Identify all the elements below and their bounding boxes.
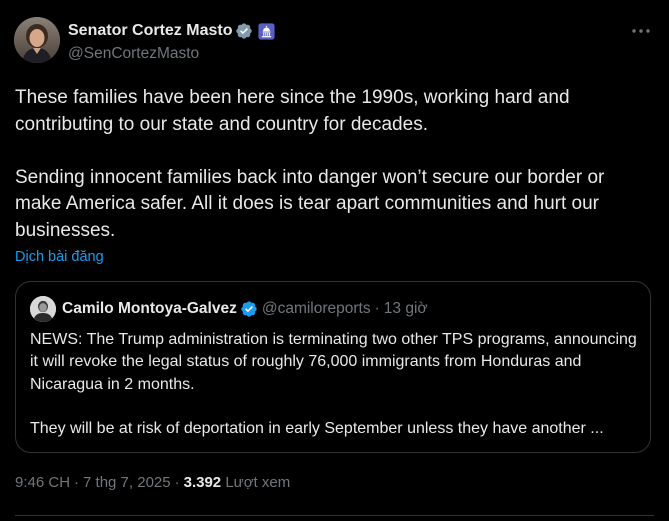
verified-badge-icon[interactable] <box>240 300 258 318</box>
more-options-button[interactable] <box>629 22 653 40</box>
meta-separator: · <box>174 474 180 491</box>
post-date[interactable]: 7 thg 7, 2025 <box>83 474 171 491</box>
author-display-name[interactable]: Senator Cortez Masto <box>68 22 232 40</box>
author-name-row: Senator Cortez Masto <box>68 20 276 42</box>
tweet-detail: Senator Cortez Masto @SenCortezMasto The… <box>0 0 669 521</box>
verified-badge-icon[interactable] <box>235 22 253 40</box>
quoted-tweet-text: NEWS: The Trump administration is termin… <box>30 329 642 440</box>
translate-post-link[interactable]: Dịch bài đăng <box>15 249 104 265</box>
divider <box>15 515 654 516</box>
government-badge-icon[interactable] <box>258 22 276 40</box>
tweet-meta: 9:46 CH · 7 thg 7, 2025 · 3.392 Lượt xem <box>15 474 290 491</box>
quoted-tweet-card[interactable]: Camilo Montoya-Galvez @camiloreports · 1… <box>15 281 651 453</box>
author-handle[interactable]: @SenCortezMasto <box>68 45 275 63</box>
tweet-text: These families have been here since the … <box>15 85 655 244</box>
quoted-author-display-name[interactable]: Camilo Montoya-Galvez <box>62 300 237 318</box>
avatar-photo-icon <box>14 17 60 63</box>
quoted-tweet-header: Camilo Montoya-Galvez @camiloreports · 1… <box>30 296 428 322</box>
quoted-author-avatar[interactable] <box>30 296 56 322</box>
tweet-paragraph-1: These families have been here since the … <box>15 87 575 135</box>
quoted-meta-separator: · <box>374 300 380 317</box>
quoted-paragraph-2: They will be at risk of deportation in e… <box>30 420 604 438</box>
tweet-paragraph-2: Sending innocent families back into dang… <box>15 166 610 241</box>
views-count: 3.392 <box>183 474 222 491</box>
author-avatar[interactable] <box>14 17 60 63</box>
post-time[interactable]: 9:46 CH <box>15 474 70 491</box>
quoted-author-handle[interactable]: @camiloreports <box>262 300 371 318</box>
author-block: Senator Cortez Masto @SenCortezMasto <box>68 20 276 63</box>
quoted-paragraph-1: NEWS: The Trump administration is termin… <box>30 331 642 393</box>
meta-separator: · <box>74 474 80 491</box>
avatar-photo-icon <box>30 296 56 322</box>
views-label: Lượt xem <box>225 474 291 491</box>
quoted-time-ago[interactable]: 13 giờ <box>384 300 428 318</box>
more-dots-icon <box>632 29 650 33</box>
